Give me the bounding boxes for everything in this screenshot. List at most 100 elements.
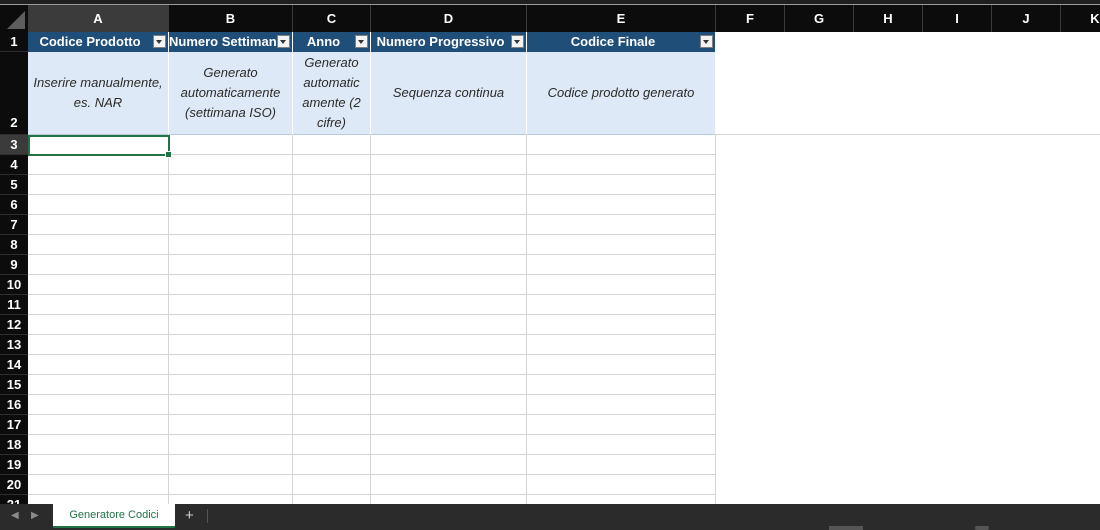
grid-cell[interactable] — [169, 335, 293, 355]
grid-cell[interactable] — [169, 315, 293, 335]
grid-cell[interactable] — [527, 355, 716, 375]
grid-cell[interactable] — [371, 395, 527, 415]
grid-cell[interactable] — [527, 495, 716, 504]
grid-cell[interactable] — [527, 295, 716, 315]
filter-dropdown-icon[interactable] — [153, 35, 166, 48]
grid-cell[interactable] — [28, 295, 169, 315]
grid-cell[interactable] — [169, 475, 293, 495]
grid-cell[interactable] — [371, 175, 527, 195]
grid-cell[interactable] — [527, 455, 716, 475]
column-header-c[interactable]: C — [293, 5, 371, 32]
horizontal-scrollbar-handle[interactable] — [975, 526, 989, 530]
grid-cell[interactable] — [371, 335, 527, 355]
grid-cell[interactable] — [527, 155, 716, 175]
grid-cell[interactable] — [371, 235, 527, 255]
grid-cell[interactable] — [371, 195, 527, 215]
grid-cell[interactable] — [169, 135, 293, 155]
row-header-19[interactable]: 19 — [0, 455, 28, 475]
grid-cell[interactable] — [293, 475, 371, 495]
filter-dropdown-icon[interactable] — [511, 35, 524, 48]
select-all-button[interactable] — [0, 5, 29, 32]
grid-cell[interactable] — [371, 375, 527, 395]
grid-cell[interactable] — [169, 355, 293, 375]
description-anno[interactable]: Generato automatic amente (2 cifre) — [293, 52, 371, 135]
grid-cell[interactable] — [527, 375, 716, 395]
column-header-e[interactable]: E — [527, 5, 716, 32]
fill-handle[interactable] — [165, 151, 172, 158]
grid-cell[interactable] — [527, 255, 716, 275]
grid-cell[interactable] — [371, 255, 527, 275]
sheet-tab-generatore-codici[interactable]: Generatore Codici — [53, 504, 175, 528]
grid-cell[interactable] — [28, 415, 169, 435]
grid-cell[interactable] — [169, 395, 293, 415]
row-header-3[interactable]: 3 — [0, 135, 28, 155]
row-header-2[interactable]: 2 — [0, 52, 28, 135]
scroll-right-icon[interactable]: ▶ — [31, 510, 39, 521]
grid-cell[interactable] — [293, 335, 371, 355]
worksheet-grid[interactable]: Codice Prodotto Numero Settimana Anno Nu… — [28, 32, 1100, 504]
grid-cell[interactable] — [169, 435, 293, 455]
description-codice-finale[interactable]: Codice prodotto generato — [527, 52, 716, 135]
column-header-g[interactable]: G — [785, 5, 854, 32]
row-header-15[interactable]: 15 — [0, 375, 28, 395]
grid-cell[interactable] — [293, 235, 371, 255]
grid-cell[interactable] — [293, 155, 371, 175]
grid-cell[interactable] — [293, 415, 371, 435]
column-header-a[interactable]: A — [28, 5, 169, 32]
column-header-d[interactable]: D — [371, 5, 527, 32]
grid-cell[interactable] — [28, 435, 169, 455]
grid-cell[interactable] — [28, 375, 169, 395]
grid-cell[interactable] — [293, 355, 371, 375]
grid-cell[interactable] — [527, 435, 716, 455]
grid-cell[interactable] — [169, 235, 293, 255]
filter-dropdown-icon[interactable] — [700, 35, 713, 48]
grid-cell[interactable] — [371, 495, 527, 504]
description-numero-settimana[interactable]: Generato automaticamente (settimana ISO) — [169, 52, 293, 135]
grid-cell[interactable] — [28, 255, 169, 275]
grid-cell[interactable] — [527, 475, 716, 495]
active-cell-a3[interactable] — [28, 135, 172, 158]
grid-cell[interactable] — [371, 135, 527, 155]
grid-cell[interactable] — [371, 315, 527, 335]
grid-cell[interactable] — [293, 495, 371, 504]
grid-cell[interactable] — [169, 215, 293, 235]
grid-cell[interactable] — [28, 355, 169, 375]
grid-cell[interactable] — [371, 415, 527, 435]
grid-cell[interactable] — [371, 155, 527, 175]
grid-cell[interactable] — [293, 215, 371, 235]
grid-cell[interactable] — [28, 155, 169, 175]
grid-cell[interactable] — [28, 455, 169, 475]
row-header-8[interactable]: 8 — [0, 235, 28, 255]
grid-cell[interactable] — [371, 355, 527, 375]
row-header-16[interactable]: 16 — [0, 395, 28, 415]
grid-cell[interactable] — [169, 375, 293, 395]
grid-cell[interactable] — [293, 275, 371, 295]
grid-cell[interactable] — [169, 195, 293, 215]
horizontal-scrollbar-thumb[interactable] — [829, 526, 863, 530]
grid-cell[interactable] — [371, 215, 527, 235]
grid-cell[interactable] — [371, 275, 527, 295]
row-header-7[interactable]: 7 — [0, 215, 28, 235]
grid-cell[interactable] — [371, 435, 527, 455]
grid-cell[interactable] — [527, 215, 716, 235]
grid-cell[interactable] — [293, 455, 371, 475]
grid-cell[interactable] — [527, 335, 716, 355]
grid-cell[interactable] — [293, 195, 371, 215]
grid-cell[interactable] — [293, 135, 371, 155]
grid-cell[interactable] — [371, 455, 527, 475]
grid-cell[interactable] — [527, 135, 716, 155]
column-header-b[interactable]: B — [169, 5, 293, 32]
grid-cell[interactable] — [169, 455, 293, 475]
grid-cell[interactable] — [371, 295, 527, 315]
grid-cell[interactable] — [28, 235, 169, 255]
grid-cell[interactable] — [527, 395, 716, 415]
grid-cell[interactable] — [169, 415, 293, 435]
grid-cell[interactable] — [169, 155, 293, 175]
column-header-f[interactable]: F — [716, 5, 785, 32]
grid-cell[interactable] — [169, 175, 293, 195]
grid-cell[interactable] — [527, 315, 716, 335]
grid-cell[interactable] — [28, 175, 169, 195]
grid-cell[interactable] — [169, 255, 293, 275]
grid-cell[interactable] — [293, 395, 371, 415]
filter-dropdown-icon[interactable] — [355, 35, 368, 48]
